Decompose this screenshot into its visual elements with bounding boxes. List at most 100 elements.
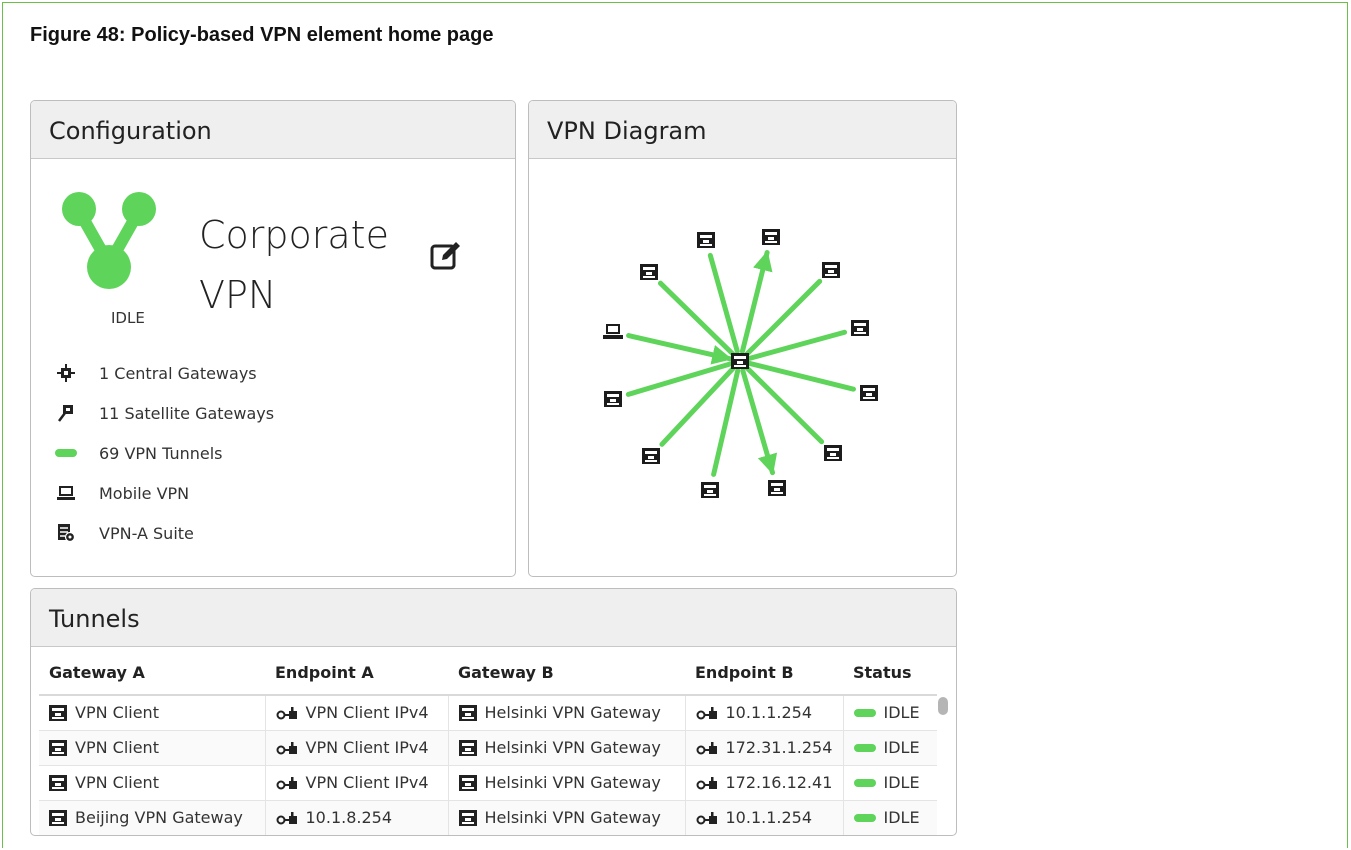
endpoint-a-cell: VPN Client IPv4 — [265, 765, 449, 801]
tunnels-table: Gateway A Endpoint A Gateway B Endpoint … — [39, 655, 937, 835]
status-pill-icon — [853, 813, 876, 822]
status-text: IDLE — [883, 738, 920, 757]
gateway-b-text: Helsinki VPN Gateway — [484, 738, 661, 757]
column-header-status[interactable]: Status — [843, 655, 937, 696]
gateway-a-text: VPN Client — [75, 773, 159, 792]
endpoint-a-text: 10.1.8.254 — [305, 808, 393, 827]
gateway-icon — [458, 739, 477, 756]
central-gateway-node[interactable] — [731, 353, 749, 369]
mobile-vpn-label: Mobile VPN — [99, 483, 190, 503]
gateway-icon — [49, 739, 67, 756]
central-gateways-label: 1 Central Gateways — [99, 363, 257, 383]
status-cell: IDLE — [843, 730, 937, 766]
vpn-network-diagram[interactable] — [529, 159, 957, 577]
endpoint-icon — [276, 706, 297, 720]
gateway-a-cell: Beijing VPN Gateway — [39, 800, 266, 835]
configuration-heading: Configuration — [31, 101, 515, 159]
endpoint-b-text: 10.1.1.254 — [725, 703, 813, 723]
satellite-gateway-node[interactable] — [860, 385, 878, 401]
vpn-suite-icon — [55, 524, 77, 542]
endpoint-b-text: 10.1.1.254 — [725, 808, 813, 827]
gateway-b-text: Helsinki VPN Gateway — [484, 808, 661, 827]
status-cell: IDLE — [843, 695, 937, 731]
satellite-gateway-node[interactable] — [851, 320, 869, 336]
vpn-state-label: IDLE — [111, 309, 145, 327]
gateway-b-text: Helsinki VPN Gateway — [484, 773, 661, 792]
table-scrollbar[interactable] — [938, 697, 948, 715]
endpoint-a-text: VPN Client IPv4 — [305, 773, 429, 792]
endpoint-icon — [696, 741, 717, 754]
satellite-gateway-node[interactable] — [762, 229, 780, 245]
endpoint-a-cell: VPN Client IPv4 — [265, 695, 449, 731]
column-header-endpoint-a[interactable]: Endpoint A — [265, 655, 448, 696]
endpoint-icon — [696, 706, 717, 720]
gateway-b-cell: Helsinki VPN Gateway — [448, 695, 686, 731]
vpn-diagram-heading: VPN Diagram — [529, 101, 956, 159]
satellite-gateway-node[interactable] — [697, 232, 715, 248]
endpoint-b-cell: 172.31.1.254 — [685, 730, 844, 766]
column-header-gateway-a[interactable]: Gateway A — [39, 655, 265, 696]
endpoint-icon — [276, 776, 297, 789]
endpoint-a-text: VPN Client IPv4 — [305, 703, 429, 723]
configuration-summary-list: 1 Central Gateways 11 Satellite Gateways… — [55, 353, 274, 553]
endpoint-icon — [696, 776, 717, 789]
endpoint-b-text: 172.16.12.41 — [725, 773, 833, 792]
endpoint-a-text: VPN Client IPv4 — [305, 738, 429, 757]
satellite-gateway-node[interactable] — [640, 264, 658, 280]
gateway-icon — [458, 704, 477, 721]
status-pill-icon — [853, 743, 876, 752]
endpoint-icon — [276, 741, 297, 754]
column-header-gateway-b[interactable]: Gateway B — [448, 655, 685, 696]
table-header-row: Gateway A Endpoint A Gateway B Endpoint … — [39, 655, 937, 696]
table-row[interactable]: VPN Client VPN Client IPv4 Helsinki VPN … — [39, 730, 937, 766]
satellite-gateway-node[interactable] — [604, 391, 622, 407]
status-text: IDLE — [883, 773, 920, 792]
table-row[interactable]: VPN Client VPN Client IPv4 Helsinki VPN … — [39, 695, 937, 731]
gateway-icon — [458, 774, 477, 791]
gateway-icon — [49, 774, 67, 791]
endpoint-icon — [276, 811, 297, 824]
vpn-name: Corporate VPN — [199, 205, 389, 325]
endpoint-b-cell: 10.1.1.254 — [685, 695, 844, 731]
edit-icon[interactable] — [429, 239, 463, 273]
gateway-icon — [49, 704, 67, 721]
satellite-gateway-icon — [55, 404, 77, 422]
laptop-icon[interactable] — [603, 324, 623, 339]
vpn-tunnels-label: 69 VPN Tunnels — [99, 443, 223, 463]
endpoint-a-cell: 10.1.8.254 — [265, 800, 449, 835]
status-text: IDLE — [883, 808, 920, 827]
figure-title: Figure 48: Policy-based VPN element home… — [30, 24, 494, 46]
endpoint-icon — [696, 811, 717, 824]
table-row[interactable]: VPN Client VPN Client IPv4 Helsinki VPN … — [39, 765, 937, 801]
endpoint-a-cell: VPN Client IPv4 — [265, 730, 449, 766]
status-text: IDLE — [883, 703, 920, 723]
list-item-vpn-tunnels: 69 VPN Tunnels — [55, 433, 274, 473]
satellite-gateway-node[interactable] — [768, 480, 786, 496]
satellite-gateway-node[interactable] — [822, 262, 840, 278]
table-row[interactable]: Beijing VPN Gateway 10.1.8.254 Helsinki … — [39, 800, 937, 835]
vpn-diagram-panel: VPN Diagram — [528, 100, 957, 577]
gateway-b-cell: Helsinki VPN Gateway — [448, 765, 686, 801]
vpn-logo-icon — [62, 192, 156, 289]
satellite-gateways-label: 11 Satellite Gateways — [99, 403, 275, 423]
column-header-endpoint-b[interactable]: Endpoint B — [685, 655, 843, 696]
configuration-panel: Configuration IDLE Corporate VPN 1 Centr… — [30, 100, 516, 577]
satellite-gateway-node[interactable] — [642, 448, 660, 464]
satellite-gateway-node[interactable] — [701, 482, 719, 498]
central-gateway-icon — [55, 364, 77, 382]
gateway-a-cell: VPN Client — [39, 765, 266, 801]
gateway-a-text: VPN Client — [75, 738, 159, 757]
status-pill-icon — [853, 708, 876, 717]
vpn-name-line1: Corporate — [199, 213, 389, 257]
vpn-name-line2: VPN — [199, 273, 277, 317]
gateway-a-cell: VPN Client — [39, 695, 266, 731]
gateway-icon — [49, 809, 67, 826]
tunnels-heading: Tunnels — [31, 589, 956, 647]
list-item-central-gateways: 1 Central Gateways — [55, 353, 274, 393]
status-cell: IDLE — [843, 765, 937, 801]
gateway-b-cell: Helsinki VPN Gateway — [448, 730, 686, 766]
endpoint-b-cell: 10.1.1.254 — [685, 800, 844, 835]
list-item-mobile-vpn: Mobile VPN — [55, 473, 274, 513]
endpoint-b-text: 172.31.1.254 — [725, 738, 833, 757]
satellite-gateway-node[interactable] — [824, 445, 842, 461]
